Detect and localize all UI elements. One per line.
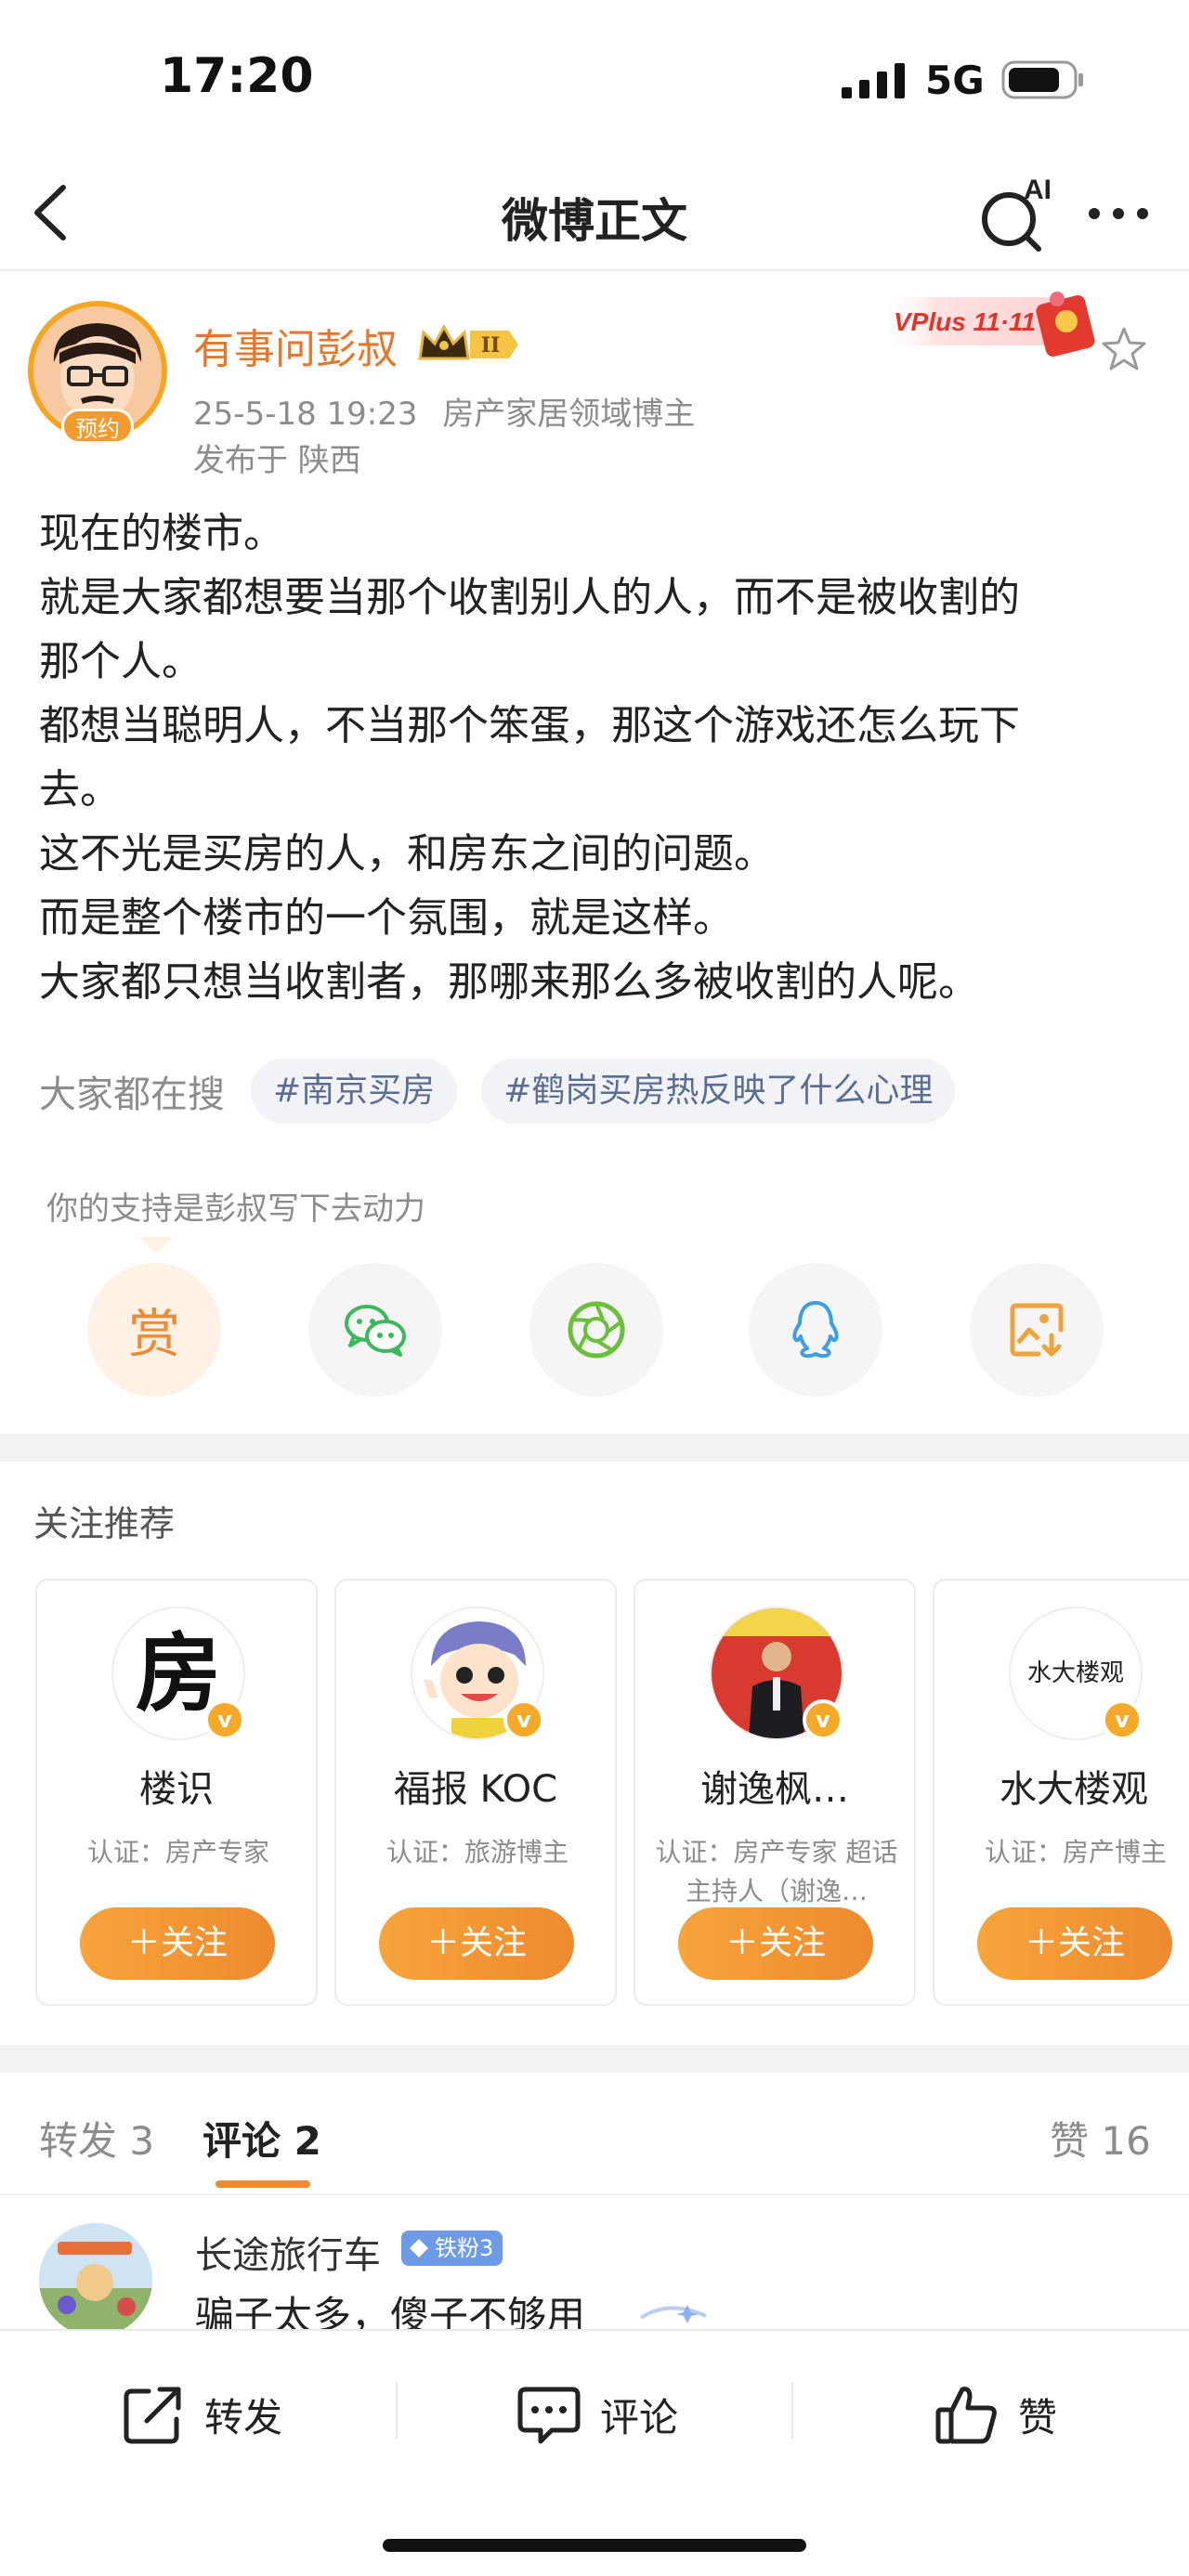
ai-search-icon[interactable]: AI [975,171,1059,254]
save-image-icon [1010,1303,1064,1357]
save-image-button[interactable] [970,1263,1104,1397]
post-body: 现在的楼市。 就是大家都想要当那个收割别人的人，而不是被收割的 那个人。 都想当… [39,501,1154,1014]
post-line: 就是大家都想要当那个收割别人的人，而不是被收割的 [39,574,1020,621]
hot-search-row: 大家都在搜 #南京买房 #鹤岗买房热反映了什么心理 [39,1059,979,1124]
share-qq-button[interactable] [749,1263,882,1397]
verified-icon: v [204,1699,245,1740]
verified-icon: v [803,1699,843,1740]
post-line: 都想当聪明人，不当那个笨蛋，那这个游戏还怎么玩下 [39,702,1020,749]
repost-button[interactable]: 转发 [121,2377,282,2452]
vplus-label: VPlus 11·11 [894,307,1036,336]
post-line: 大家都只想当收割者，那哪来那么多被收割的人呢。 [39,958,979,1006]
post-line: 那个人。 [39,638,203,685]
bar-divider [396,2383,398,2439]
moments-icon [568,1301,625,1359]
recommend-card[interactable]: 房 v 楼识 认证：房产专家 ＋关注 [35,1579,318,2006]
repost-label: 转发 [204,2394,283,2440]
fan-badge: 铁粉3 [401,2231,503,2266]
wechat-icon [345,1305,406,1357]
recommend-cards[interactable]: 房 v 楼识 认证：房产专家 ＋关注 v 福报 KOC 认证：旅游博主 ＋关注 [35,1579,1189,2010]
avatar-badge: 预约 [61,409,134,444]
recommend-name[interactable]: 水大楼观 [934,1759,1189,1813]
recommend-desc: 认证：房产博主 [984,1837,1167,1867]
tab-repost[interactable]: 转发 3 [39,2110,154,2166]
post-meta: 25-5-18 19:23 房产家居领域博主 [193,388,695,434]
comment-button[interactable]: 评论 [516,2377,678,2452]
like-button[interactable]: 赞 [934,2377,1057,2452]
status-bar: 17:20 5G [0,0,1189,158]
thumbs-up-icon [935,2387,997,2444]
recommend-desc: 认证：房产专家 超话主持人（谢逸… [655,1837,898,1906]
comment-decoration [639,2305,707,2323]
post-line: 去。 [39,766,121,813]
commenter-avatar-image [39,2223,152,2336]
like-label: 赞 [1018,2394,1058,2440]
comment-label: 评论 [600,2394,679,2440]
reward-button[interactable]: 赏 [87,1263,221,1397]
bar-divider [791,2383,793,2439]
recommend-title: 关注推荐 [33,1503,176,1544]
favorite-star-icon[interactable] [1100,325,1148,373]
vplus-badge[interactable]: VPlus 11·11 [881,279,1113,362]
tooltip-pointer [139,1237,173,1254]
diamond-icon [410,2239,428,2257]
comment-icon [517,2387,581,2444]
more-icon[interactable] [1085,186,1152,241]
fan-badge-label: 铁粉3 [435,2235,494,2261]
author-name[interactable]: 有事问彭叔 [193,316,398,375]
follow-button[interactable]: ＋关注 [977,1907,1172,1980]
recommend-desc: 认证：旅游博主 [385,1837,568,1867]
recommend-name[interactable]: 楼识 [37,1759,316,1813]
follow-button[interactable]: ＋关注 [678,1907,873,1980]
post-line: 而是整个楼市的一个氛围，就是这样。 [39,894,734,942]
network-type: 5G [925,58,985,103]
section-divider [0,1434,1189,1462]
active-tab-indicator [216,2180,310,2188]
share-wechat-button[interactable] [308,1263,442,1397]
recommend-card[interactable]: v 谢逸枫… 认证：房产专家 超话主持人（谢逸… ＋关注 [634,1579,916,2006]
recommend-desc: 认证：房产专家 [86,1837,269,1867]
follow-button[interactable]: ＋关注 [379,1907,574,1980]
author-role: 房产家居领域博主 [442,396,696,433]
search-tag[interactable]: #鹤岗买房热反映了什么心理 [481,1059,956,1124]
recommend-card[interactable]: v 福报 KOC 认证：旅游博主 ＋关注 [334,1579,617,2006]
crown-level-text: II [481,333,501,358]
status-time: 17:20 [160,48,314,104]
home-indicator[interactable] [383,2539,806,2552]
recommend-name[interactable]: 福报 KOC [336,1759,615,1813]
search-tag[interactable]: #南京买房 [251,1059,458,1124]
repost-icon [124,2387,181,2444]
interaction-tabs: 转发 3 评论 2 赞 16 [0,2073,1189,2195]
post-line: 这不光是买房的人，和房东之间的问题。 [39,830,775,878]
nav-bar: 微博正文 AI [0,158,1189,271]
crown-level-icon[interactable]: II [416,321,522,368]
ai-label: AI [1024,175,1052,205]
qq-icon [792,1301,839,1359]
battery-icon [1001,60,1083,99]
tab-comment[interactable]: 评论 2 [203,2110,321,2166]
post-location: 发布于 陕西 [193,442,361,479]
share-row: 赏 [87,1263,1109,1397]
follow-button[interactable]: ＋关注 [80,1907,275,1980]
share-moments-button[interactable] [529,1263,663,1397]
support-text: 你的支持是彭叔写下去动力 [46,1190,425,1228]
cellular-signal-icon [842,63,905,98]
commenter-avatar[interactable] [39,2223,152,2336]
post-timestamp: 25-5-18 19:23 [193,396,418,433]
author-avatar[interactable]: 预约 [28,301,167,444]
reward-label: 赏 [128,1304,180,1365]
hot-search-label: 大家都在搜 [39,1073,225,1116]
post-line: 现在的楼市。 [39,510,284,557]
verified-icon: v [1102,1699,1143,1740]
verified-icon: v [503,1699,544,1740]
recommend-name[interactable]: 谢逸枫… [635,1759,914,1813]
commenter-name[interactable]: 长途旅行车 [195,2225,381,2279]
tab-like[interactable]: 赞 16 [1050,2110,1151,2166]
recommend-card[interactable]: 水大楼观 v 水大楼观 认证：房产博主 ＋关注 [933,1579,1189,2006]
section-divider [0,2045,1189,2073]
